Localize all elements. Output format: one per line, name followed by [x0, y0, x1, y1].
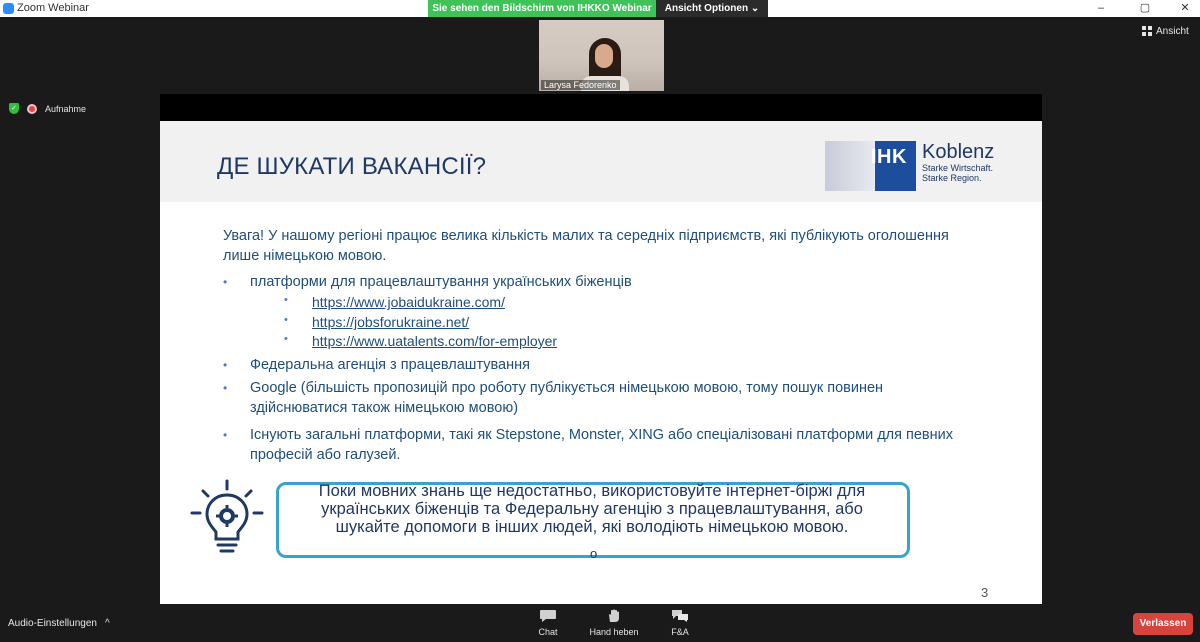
view-button[interactable]: Ansicht — [1142, 22, 1189, 40]
list-item: • платформи для працевлаштування українс… — [223, 274, 632, 290]
view-options-button[interactable]: Ansicht Optionen ⌄ — [656, 0, 768, 17]
chat-button[interactable]: Chat — [518, 609, 578, 637]
shield-icon[interactable]: ✓ — [9, 103, 19, 114]
page-number: 3 — [981, 585, 989, 600]
ihk-logo: IHK Koblenz Starke Wirtschaft. Starke Re… — [825, 141, 1000, 191]
shared-screen: ДЕ ШУКАТИ ВАКАНСІЇ? IHK Koblenz Starke W… — [160, 94, 1042, 604]
ihk-tagline-1: Starke Wirtschaft. — [922, 163, 994, 173]
hand-icon — [609, 609, 619, 622]
window-title: Zoom Webinar — [17, 2, 89, 14]
sharing-banner: Sie sehen den Bildschirm von IHKKO Webin… — [428, 0, 656, 17]
close-button[interactable]: ✕ — [1170, 0, 1200, 17]
link-jobsforukraine[interactable]: • https://jobsforukraine.net/ — [284, 314, 469, 330]
chevron-down-icon: ⌄ — [750, 3, 760, 14]
recording-label: Aufnahme — [45, 103, 87, 114]
recording-indicator: ✓ Aufnahme — [9, 103, 86, 114]
callout-tail: о — [590, 546, 598, 561]
callout-text: Поки мовних знань ще недостатньо, викори… — [318, 482, 866, 536]
list-item: • Google (більшість пропозицій про робот… — [223, 380, 884, 416]
link-uatalents[interactable]: • https://www.uatalents.com/for-employer — [284, 333, 557, 349]
ihk-city: Koblenz — [922, 141, 995, 163]
record-icon — [27, 103, 37, 114]
link-jobaidukraine[interactable]: • https://www.jobaidukraine.com/ — [284, 294, 505, 310]
slide-intro: Увага! У нашому регіоні працює велика кі… — [223, 228, 949, 264]
lightbulb-gear-icon — [190, 479, 264, 553]
participant-name: Larysa Fedorenko — [541, 80, 620, 90]
ihk-tagline-2: Starke Region. — [922, 173, 982, 183]
maximize-button[interactable]: ▢ — [1130, 0, 1160, 17]
grid-icon — [1142, 26, 1152, 36]
minimize-button[interactable]: – — [1086, 0, 1116, 17]
raise-hand-button[interactable]: Hand heben — [584, 609, 644, 637]
slide-title: ДЕ ШУКАТИ ВАКАНСІЇ? — [217, 153, 487, 180]
chat-icon — [540, 610, 556, 622]
app-title: Zoom Webinar — [3, 2, 89, 14]
zoom-logo-icon — [3, 2, 14, 14]
qa-button[interactable]: F&A — [650, 609, 710, 637]
ihk-mark: IHK — [871, 146, 907, 168]
audio-settings-button[interactable]: Audio-Einstellungen ^ — [8, 618, 110, 629]
leave-button[interactable]: Verlassen — [1133, 613, 1193, 635]
chevron-up-icon: ^ — [104, 618, 110, 629]
window-titlebar: Zoom Webinar Sie sehen den Bildschirm vo… — [0, 0, 1200, 17]
qa-icon — [672, 610, 688, 622]
list-item: • Федеральна агенція з працевлаштування — [223, 357, 530, 373]
list-item: • Існують загальні платформи, такі як St… — [223, 427, 953, 463]
participant-video[interactable]: Larysa Fedorenko — [539, 20, 664, 91]
